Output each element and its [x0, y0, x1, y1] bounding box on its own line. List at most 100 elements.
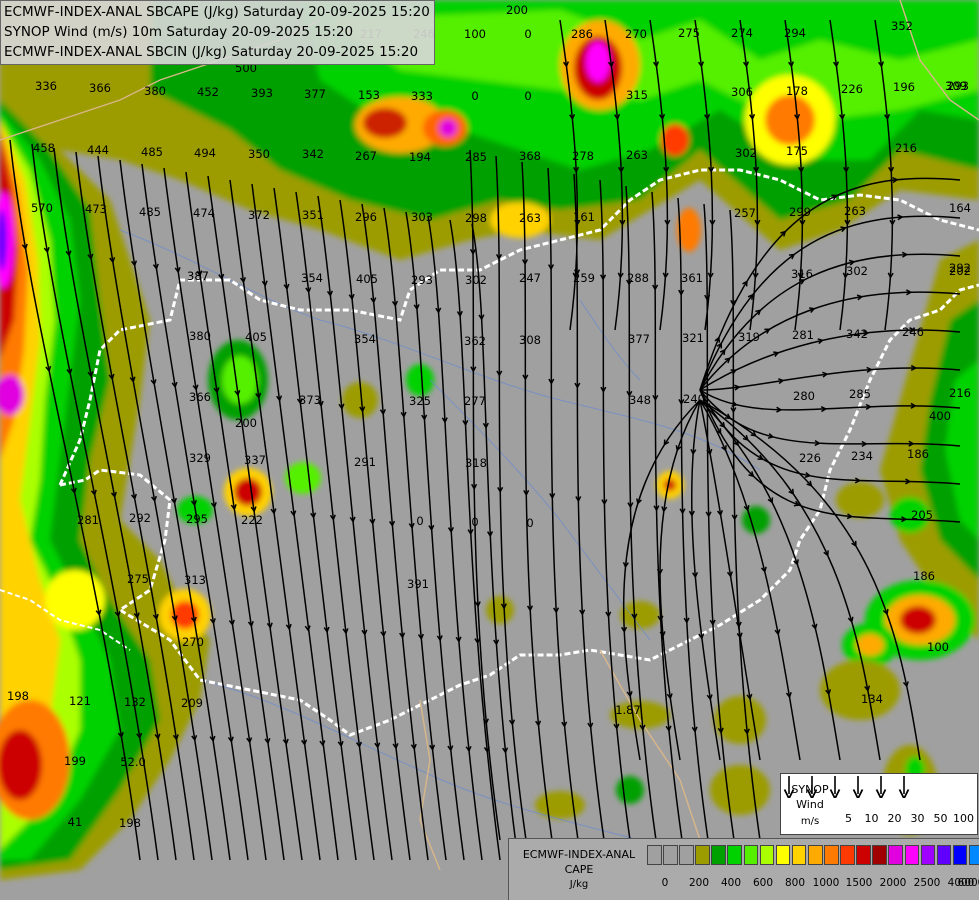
cape-value-label: 275 — [127, 572, 149, 586]
cape-value-label: 319 — [738, 330, 760, 344]
cape-value-label: 302 — [465, 273, 487, 287]
cape-value-label: 303 — [411, 210, 433, 224]
cape-value-label: 263 — [519, 211, 541, 225]
cape-value-label: 0 — [524, 27, 531, 41]
cape-legend: ECMWF-INDEX-ANAL CAPE J/kg 0 200 400 600 800… — [508, 838, 979, 900]
cape-value-label: 0 — [471, 515, 478, 529]
cape-value-label: 350 — [248, 147, 270, 161]
cape-legend-swatch — [663, 845, 678, 865]
cape-legend-label: 6000 — [957, 877, 979, 889]
cape-value-label: 52.0 — [120, 755, 146, 769]
cape-value-label: 134 — [861, 692, 883, 706]
cape-value-label: 293 — [947, 79, 969, 93]
cape-value-label: 100 — [464, 27, 486, 41]
cape-value-label: 41 — [68, 815, 83, 829]
cape-value-label: 288 — [627, 271, 649, 285]
cape-value-label: 316 — [791, 267, 813, 281]
cape-value-label: 342 — [846, 327, 868, 341]
cape-value-label: 198 — [7, 689, 29, 703]
cape-legend-label: 0 — [661, 877, 669, 889]
cape-legend-swatch — [775, 845, 791, 865]
cape-value-label: 200 — [235, 416, 257, 430]
cape-value-label: 270 — [182, 635, 204, 649]
cape-value-label: 121 — [69, 694, 91, 708]
cape-value-label: 299 — [789, 205, 811, 219]
cape-value-label: 234 — [851, 449, 873, 463]
cape-value-label: 274 — [731, 26, 753, 40]
cape-legend-swatch — [711, 845, 726, 865]
map-canvas: 2002462862702752742943523092932175003363… — [0, 0, 979, 900]
cape-value-label: 362 — [464, 334, 486, 348]
cape-legend-label: 1500 — [845, 877, 873, 889]
cape-value-label: 270 — [625, 27, 647, 41]
cape-value-label: 570 — [31, 201, 53, 215]
cape-value-label: 285 — [465, 150, 487, 164]
cape-value-label: 198 — [119, 816, 141, 830]
cape-value-label: 452 — [197, 85, 219, 99]
wind-legend-values: 5 10 20 30 50 100 — [837, 812, 977, 825]
cape-value-label: 247 — [519, 271, 541, 285]
cape-value-label: 295 — [186, 512, 208, 526]
cape-legend-swatch — [840, 845, 855, 865]
cape-legend-swatch — [807, 845, 823, 865]
cape-legend-label: 400 — [720, 877, 742, 889]
cape-legend-label: 2500 — [913, 877, 941, 889]
cape-value-label: 226 — [799, 451, 821, 465]
wind-legend-speed: 10 — [864, 812, 879, 825]
cape-value-label: 393 — [251, 86, 273, 100]
cape-value-label: 275 — [678, 26, 700, 40]
cape-value-label: 313 — [184, 573, 206, 587]
cape-value-label: 485 — [141, 145, 163, 159]
cape-value-label: 372 — [248, 208, 270, 222]
cape-value-label: 302 — [846, 264, 868, 278]
cape-value-label: 474 — [193, 206, 215, 220]
cape-legend-labels: 0200400600800100015002000250040006000 — [647, 877, 979, 891]
cape-legend-label: 2000 — [879, 877, 907, 889]
cape-value-label: 277 — [464, 394, 486, 408]
cape-legend-label: 1000 — [812, 877, 840, 889]
cape-value-label: 240 — [683, 392, 705, 406]
cape-legend-unit: J/kg — [569, 879, 589, 890]
cape-legend-swatch — [759, 845, 775, 865]
wind-legend-speed: 20 — [887, 812, 902, 825]
cape-value-label: 325 — [409, 394, 431, 408]
cape-value-label: 194 — [409, 150, 431, 164]
cape-value-label: 200 — [506, 3, 528, 17]
cape-value-label: 485 — [139, 205, 161, 219]
cape-value-label: 0 — [524, 89, 531, 103]
cape-value-label: 202 — [949, 264, 971, 278]
cape-value-label: 329 — [189, 451, 211, 465]
wind-legend: SYNOP Wind m/s 5 10 20 30 50 100 — [780, 773, 978, 835]
cape-value-label: 0 — [526, 516, 533, 530]
cape-value-label: 302 — [735, 146, 757, 160]
cape-value-label: 293 — [411, 273, 433, 287]
cape-value-label: 280 — [793, 389, 815, 403]
cape-value-label: 373 — [299, 393, 321, 407]
cape-legend-swatch — [743, 845, 759, 865]
cape-value-label: 186 — [907, 447, 929, 461]
cape-value-label: 100 — [927, 640, 949, 654]
title-sbcin: ECMWF-INDEX-ANAL SBCIN (J/kg) Saturday 2… — [4, 44, 419, 60]
cape-legend-swatch — [647, 845, 662, 865]
cape-legend-label: 800 — [784, 877, 806, 889]
cape-value-label: 336 — [35, 79, 57, 93]
cape-legend-swatches — [647, 845, 979, 865]
weather-map: 2002462862702752742943523092932175003363… — [0, 0, 979, 900]
cape-value-label: 216 — [895, 141, 917, 155]
map-title-box: ECMWF-INDEX-ANAL SBCAPE (J/kg) Saturday … — [0, 0, 435, 65]
cape-value-label: 281 — [77, 513, 99, 527]
cape-value-label: 380 — [189, 329, 211, 343]
cape-value-label: 348 — [629, 393, 651, 407]
cape-legend-swatch — [904, 845, 920, 865]
cape-value-label: 351 — [302, 208, 324, 222]
cape-value-label: 377 — [304, 87, 326, 101]
cape-legend-swatch — [888, 845, 903, 865]
wind-legend-speed: 5 — [845, 812, 852, 825]
cape-value-label: 380 — [144, 84, 166, 98]
cape-value-label: 175 — [786, 144, 808, 158]
cape-value-label: 391 — [407, 577, 429, 591]
wind-legend-speed: 100 — [953, 812, 974, 825]
cape-value-label: 400 — [929, 409, 951, 423]
cape-legend-swatch — [727, 845, 743, 865]
cape-value-label: 368 — [519, 149, 541, 163]
